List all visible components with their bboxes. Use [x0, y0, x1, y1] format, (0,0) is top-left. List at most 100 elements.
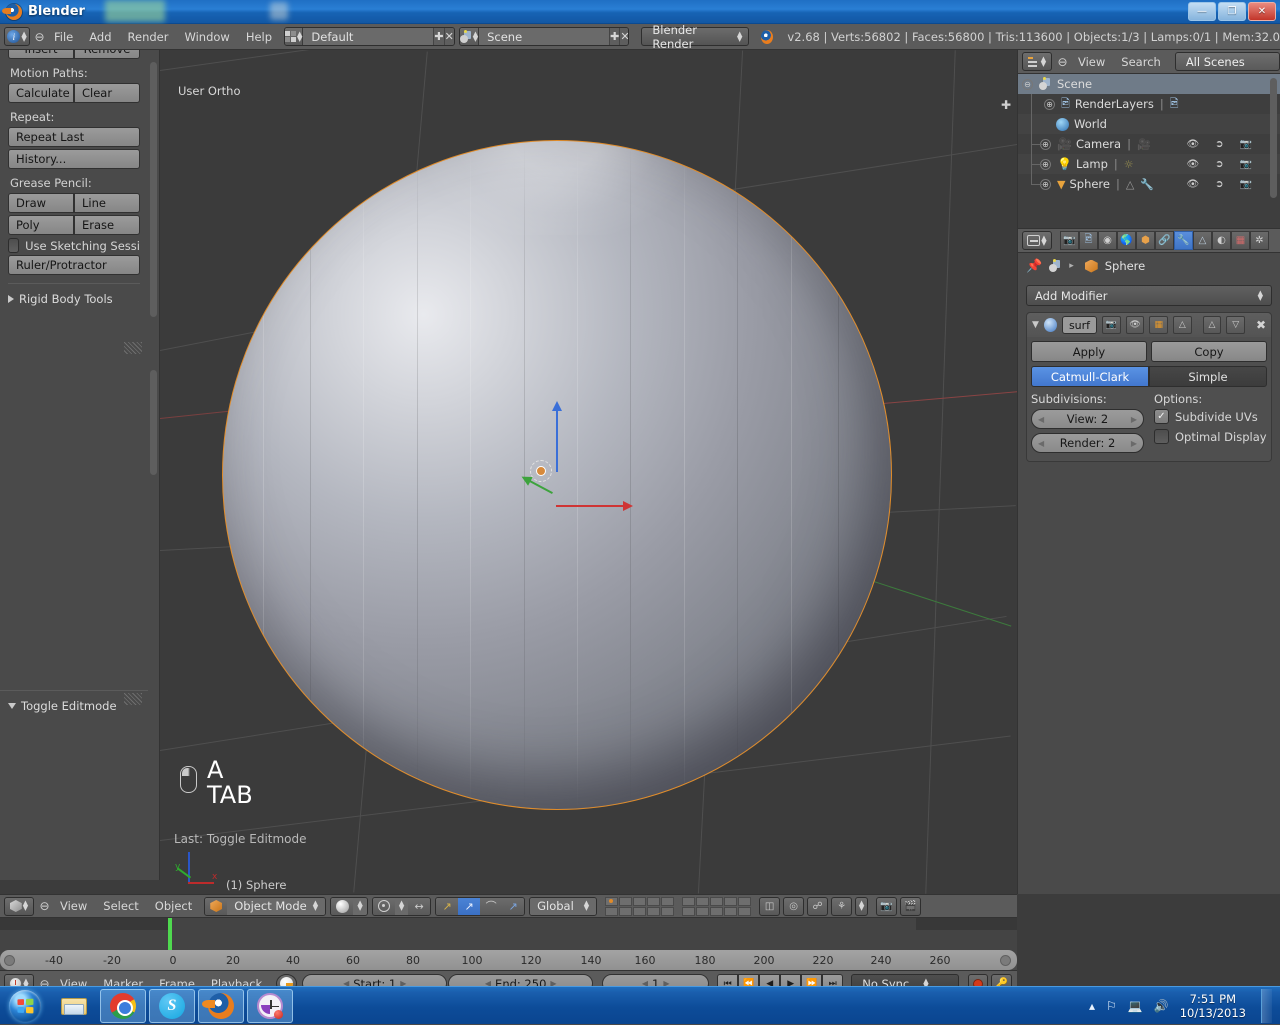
calculate-button[interactable]: Calculate: [8, 83, 74, 103]
layer-11[interactable]: [605, 907, 618, 916]
toggle-editmode-panel-header[interactable]: Toggle Editmode: [8, 699, 148, 713]
arrow-down-icon[interactable]: ▽: [1226, 316, 1245, 334]
layer-19[interactable]: [724, 907, 737, 916]
tab-material[interactable]: ◐: [1212, 231, 1231, 250]
cursor-arrow-icon[interactable]: ➲: [1215, 159, 1223, 170]
menu-window[interactable]: Window: [176, 27, 237, 46]
properties-editor[interactable]: ▲▼ 📷 🖻 ◉ 🌎 ⬢ 🔗 🔧 △ ◐ ▦ ✲ 📌: [1017, 228, 1280, 894]
scene-selector[interactable]: ▲▼ Scene ✚ ✕: [459, 27, 630, 46]
wrench-modifier-icon[interactable]: 🔧: [1140, 178, 1154, 191]
poly-button[interactable]: Poly: [8, 215, 74, 235]
manipulator-toggle-group[interactable]: ↗ ↗ ⌒ ↗: [435, 897, 525, 916]
scene-value[interactable]: Scene: [479, 27, 609, 46]
render-engine-selector[interactable]: Blender Render ▲▼: [641, 27, 749, 46]
simple-button[interactable]: Simple: [1149, 366, 1267, 387]
subdivide-uvs-checkbox[interactable]: ✓: [1154, 409, 1169, 424]
chevron-right-icon[interactable]: ▶: [1131, 439, 1137, 448]
tool-panel-scrollbar-lower[interactable]: [150, 370, 157, 475]
eye-icon[interactable]: 👁: [1186, 139, 1199, 150]
mesh-data-icon[interactable]: △: [1126, 178, 1134, 191]
outliner-scrollbar[interactable]: [1270, 78, 1277, 198]
use-sketching-sessions-checkbox[interactable]: [8, 238, 19, 253]
rotate-manipulator-icon[interactable]: ↗: [458, 897, 480, 916]
show-desktop-button[interactable]: [1261, 989, 1272, 1023]
3d-view-icon[interactable]: ▲▼: [4, 897, 34, 916]
collapse-menu-button[interactable]: ⊖: [33, 27, 46, 46]
scene-layers-group-1[interactable]: [605, 897, 674, 916]
erase-button[interactable]: Erase: [74, 215, 140, 235]
remove-keyframe-button[interactable]: Remove: [74, 50, 140, 59]
rigid-body-tools-panel-header[interactable]: Rigid Body Tools: [8, 292, 148, 306]
chevron-down-icon[interactable]: ▼: [1032, 320, 1039, 330]
layer-16[interactable]: [682, 907, 695, 916]
layer-17[interactable]: [696, 907, 709, 916]
transform-orientation-selector[interactable]: Global ▲▼: [529, 897, 597, 916]
chevron-left-icon[interactable]: ◀: [1038, 439, 1044, 448]
x-close-icon[interactable]: ✖: [1256, 318, 1266, 332]
minimize-button[interactable]: —: [1188, 2, 1216, 21]
outliner-row-world[interactable]: World: [1018, 114, 1280, 134]
viewport-menu-select[interactable]: Select: [95, 897, 146, 916]
eye-icon[interactable]: 👁: [1186, 159, 1199, 170]
modifier-name-field[interactable]: surf: [1062, 316, 1097, 334]
render-visibility-icon[interactable]: 📷: [1102, 316, 1121, 334]
start-button[interactable]: [2, 989, 48, 1023]
sphere-mesh-object[interactable]: [222, 140, 892, 810]
layer-9[interactable]: [724, 897, 737, 906]
timeline-editor[interactable]: -40 -20 0 20 40 60 80 100 120 140 160 18…: [0, 918, 1017, 986]
cage-visibility-icon[interactable]: △: [1173, 316, 1192, 334]
viewport-menu-object[interactable]: Object: [147, 897, 200, 916]
collapse-viewport-menu-button[interactable]: ⊖: [37, 897, 52, 916]
expand-icon[interactable]: ⊕: [1044, 99, 1055, 110]
taskbar-item-file-explorer[interactable]: [51, 989, 97, 1023]
window-titlebar[interactable]: Blender — ❐ ✕: [0, 0, 1280, 24]
interaction-mode-selector[interactable]: Object Mode ▲▼: [204, 897, 326, 916]
menu-add[interactable]: Add: [81, 27, 119, 46]
lock-to-object-icon[interactable]: ◫: [759, 897, 780, 916]
maximize-button[interactable]: ❐: [1218, 2, 1246, 21]
properties-icon[interactable]: ▲▼: [1022, 231, 1052, 250]
layer-1[interactable]: [605, 897, 618, 906]
camera-render-icon[interactable]: 📷: [1240, 159, 1252, 170]
outliner-editor[interactable]: ▲▼ ⊖ View Search All Scenes ⊖ Scene ⊕ 🖻 …: [1017, 50, 1280, 228]
scale-manipulator-arc-icon[interactable]: ⌒: [480, 897, 502, 916]
outliner-row-camera[interactable]: ⊕ 🎥 Camera | 🎥 👁 ➲ 📷: [1018, 134, 1280, 154]
subdivide-uvs-row[interactable]: ✓ Subdivide UVs: [1154, 409, 1267, 424]
render-animation-icon[interactable]: 🎬: [900, 897, 921, 916]
render-image-icon[interactable]: 📷: [876, 897, 897, 916]
tab-texture[interactable]: ▦: [1231, 231, 1250, 250]
lamp-data-icon[interactable]: ☼: [1124, 158, 1134, 171]
optimal-display-row[interactable]: Optimal Display: [1154, 429, 1267, 444]
outliner-icon[interactable]: ▲▼: [1022, 52, 1052, 71]
chevron-updown-icon[interactable]: ▲▼: [353, 897, 367, 916]
chevron-updown-icon[interactable]: ▲▼: [395, 897, 408, 916]
3d-viewport[interactable]: User Ortho ✚ A TAB: [160, 50, 1017, 894]
pin-icon[interactable]: 📌: [1026, 259, 1042, 274]
outliner-row-scene[interactable]: ⊖ Scene: [1018, 74, 1280, 94]
layer-10[interactable]: [738, 897, 751, 906]
collapse-icon[interactable]: ⊖: [1022, 79, 1033, 90]
camera-render-icon[interactable]: 📷: [1240, 139, 1252, 150]
render-subdivisions-field[interactable]: ◀ Render: 2 ▶: [1031, 433, 1144, 453]
layer-18[interactable]: [710, 907, 723, 916]
timeline-scroll-handle-right[interactable]: [1000, 955, 1011, 966]
timeline-track[interactable]: -40 -20 0 20 40 60 80 100 120 140 160 18…: [0, 918, 1017, 959]
history-button[interactable]: History...: [8, 149, 140, 169]
translate-manipulator-icon[interactable]: ↗: [436, 897, 458, 916]
ruler-protractor-button[interactable]: Ruler/Protractor: [8, 255, 140, 275]
camera-render-icon[interactable]: 📷: [1240, 179, 1252, 190]
scale-manipulator-icon[interactable]: ↗: [502, 897, 524, 916]
viewport-menu-view[interactable]: View: [52, 897, 95, 916]
clock[interactable]: 7:51 PM 10/13/2013: [1180, 992, 1246, 1020]
tool-panel-scrollbar[interactable]: [150, 62, 157, 317]
taskbar-item-blender[interactable]: [198, 989, 244, 1023]
delete-screen-layout-button[interactable]: ✕: [444, 27, 454, 46]
layer-13[interactable]: [633, 907, 646, 916]
snap-magnet-icon[interactable]: ☍: [807, 897, 828, 916]
proportional-edit-icon[interactable]: ◎: [783, 897, 804, 916]
layer-7[interactable]: [696, 897, 709, 906]
collapse-outliner-menu-button[interactable]: ⊖: [1055, 52, 1070, 71]
outliner-row-renderlayers[interactable]: ⊕ 🖻 RenderLayers | 🖻: [1018, 94, 1280, 114]
tab-constraints[interactable]: 🔗: [1155, 231, 1174, 250]
menu-help[interactable]: Help: [238, 27, 280, 46]
